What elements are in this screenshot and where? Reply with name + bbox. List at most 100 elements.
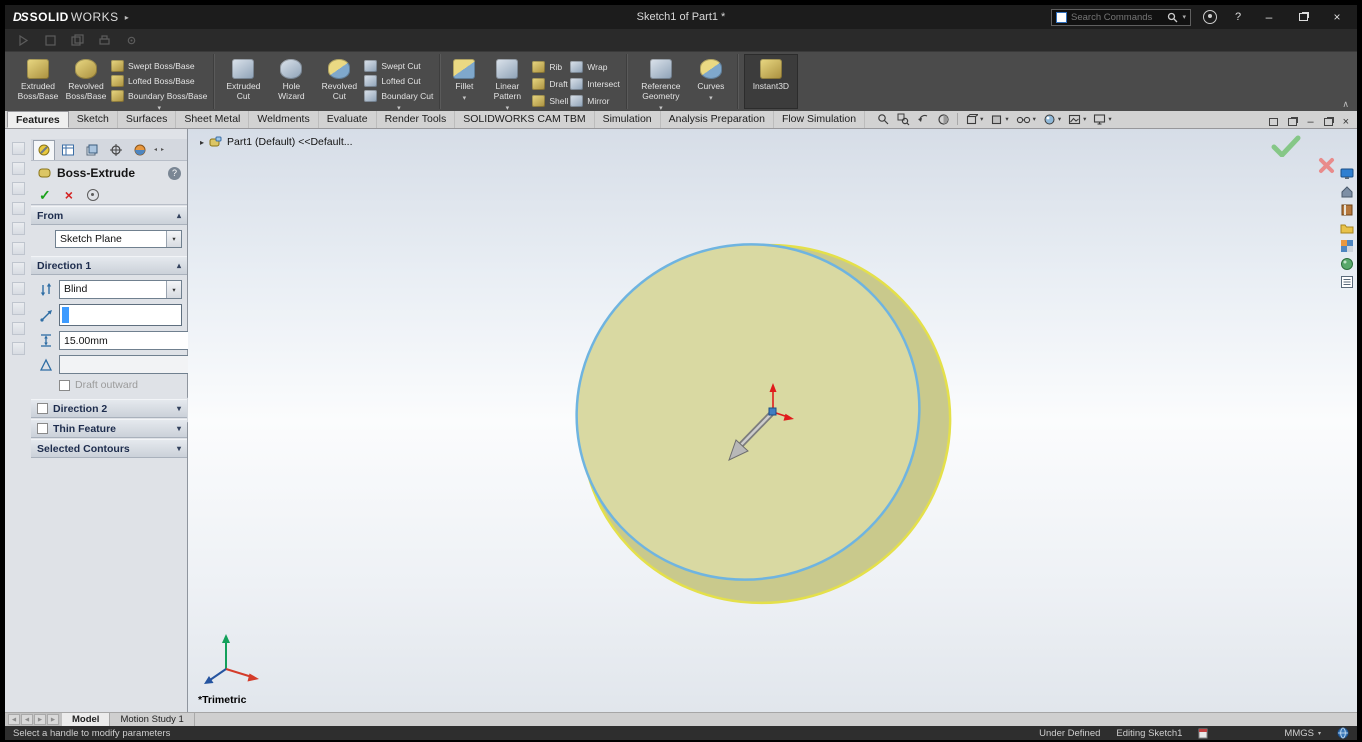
monitor-icon[interactable] [1340,167,1354,181]
direction-reference-selection-box[interactable] [59,304,182,326]
search-icon[interactable] [1167,12,1178,23]
folder-icon[interactable] [1340,221,1354,235]
globe-icon[interactable] [1337,727,1349,739]
rib-button[interactable]: Rib [532,60,568,74]
tab-appearances[interactable] [129,140,151,160]
section-from[interactable]: From ▴ [31,206,187,225]
wrap-button[interactable]: Wrap [570,60,620,74]
feature-tree-item-icon[interactable] [12,162,25,175]
view-settings-icon[interactable]: ▾ [1093,113,1111,126]
flyout-arrow-icon[interactable]: ▾ [709,95,713,102]
shell-button[interactable]: Shell [532,94,568,108]
last-tab-icon[interactable]: ▶ [47,714,59,725]
lofted-boss-base-button[interactable]: Lofted Boss/Base [111,75,207,87]
search-input[interactable] [1071,12,1163,23]
depth-input[interactable] [60,332,203,349]
minimize-button[interactable]: – [1257,8,1281,26]
doc-close-button[interactable]: × [1343,116,1349,128]
feature-tree-item-icon[interactable] [12,222,25,235]
quick-tip-icon[interactable] [1198,728,1208,739]
doc-minimize-button[interactable]: – [1307,116,1313,128]
collapse-section-icon[interactable]: ▴ [177,211,181,220]
expand-section-icon[interactable]: ▾ [177,404,181,413]
window-grid-icon[interactable] [1340,239,1354,253]
start-condition-dropdown[interactable]: Sketch Plane ▾ [55,230,182,248]
linear-pattern-button[interactable]: Linear Pattern ▾ [484,54,530,109]
list-icon[interactable] [1340,275,1354,289]
cascade-windows-icon[interactable] [1288,118,1297,126]
feature-tree-item-icon[interactable] [12,342,25,355]
intersect-button[interactable]: Intersect [570,77,620,91]
pm-help-icon[interactable]: ? [168,167,181,180]
tab-weldments[interactable]: Weldments [249,111,318,128]
print-icon[interactable] [98,34,111,47]
display-style-icon[interactable]: ▾ [990,113,1008,126]
close-button[interactable]: × [1325,8,1349,26]
hole-wizard-button[interactable]: Hole Wizard [268,54,314,109]
detailed-preview-icon[interactable] [87,189,99,201]
search-dropdown-icon[interactable]: ▾ [1182,13,1186,21]
zoom-area-icon[interactable] [897,113,910,126]
tab-motion-study-1[interactable]: Motion Study 1 [110,713,194,726]
apply-scene-icon[interactable]: ▾ [1068,113,1086,126]
tab-evaluate[interactable]: Evaluate [319,111,377,128]
direction2-checkbox[interactable] [37,403,48,414]
curves-button[interactable]: Curves ▾ [691,54,731,109]
help-button[interactable]: ? [1229,8,1247,26]
swept-boss-base-button[interactable]: Swept Boss/Base [111,60,207,72]
search-scope-icon[interactable] [1056,12,1067,23]
edit-appearance-icon[interactable]: ▾ [1043,113,1061,126]
tab-dimxpert-manager[interactable] [105,140,127,160]
save-icon[interactable] [71,34,84,47]
tree-expand-icon[interactable]: ▸ [200,138,204,147]
feature-tree-item-icon[interactable] [12,302,25,315]
flyout-arrow-icon[interactable]: ▾ [463,95,467,102]
section-selected-contours[interactable]: Selected Contours ▾ [31,439,187,458]
boundary-cut-button[interactable]: Boundary Cut [364,90,433,102]
instant3d-button[interactable]: Instant3D [744,54,798,109]
house-icon[interactable] [1340,185,1354,199]
confirmation-cancel-button[interactable] [1318,157,1335,179]
viewport-canvas[interactable] [188,129,1357,712]
feature-tree-item-icon[interactable] [12,322,25,335]
tab-sheet-metal[interactable]: Sheet Metal [176,111,249,128]
draft-outward-checkbox[interactable] [59,380,70,391]
expand-section-icon[interactable]: ▾ [177,444,181,453]
reverse-direction-icon[interactable] [37,282,55,298]
graphics-viewport[interactable]: ▸ Part1 (Default) <<Default... *Trimetri… [188,129,1357,712]
cancel-button[interactable]: × [65,188,73,202]
doc-restore-icon[interactable] [1324,118,1333,126]
feature-tree-item-icon[interactable] [12,142,25,155]
unit-system-dropdown[interactable]: MMGS ▾ [1284,728,1321,739]
tab-configuration-manager[interactable] [57,140,79,160]
ok-button[interactable]: ✓ [39,188,51,202]
draft-button[interactable]: Draft [532,77,568,91]
tab-property-manager[interactable] [33,140,55,160]
section-direction2[interactable]: Direction 2 ▾ [31,399,187,418]
revolved-cut-button[interactable]: Revolved Cut [316,54,362,109]
end-condition-dropdown[interactable]: Blind ▾ [59,280,182,299]
draft-angle-input[interactable] [60,356,203,373]
tab-model[interactable]: Model [62,713,110,726]
expand-section-icon[interactable]: ▾ [177,424,181,433]
extruded-cut-button[interactable]: Extruded Cut [220,54,266,109]
pane-tab-next-icon[interactable]: ▸ [160,146,165,153]
collapse-section-icon[interactable]: ▴ [177,261,181,270]
new-window-icon[interactable] [1269,118,1278,126]
section-view-icon[interactable] [937,113,950,126]
zoom-fit-icon[interactable] [877,113,890,126]
section-direction1[interactable]: Direction 1 ▴ [31,256,187,275]
tab-surfaces[interactable]: Surfaces [118,111,176,128]
thin-feature-checkbox[interactable] [37,423,48,434]
command-search[interactable]: ▾ [1051,9,1191,26]
tab-simulation[interactable]: Simulation [595,111,661,128]
hide-show-items-icon[interactable]: ▾ [1016,113,1036,126]
feature-tree-item-icon[interactable] [12,242,25,255]
new-document-icon[interactable] [17,34,30,47]
tab-analysis-preparation[interactable]: Analysis Preparation [661,111,774,128]
tab-sketch[interactable]: Sketch [69,111,118,128]
ribbon-collapse-icon[interactable]: ∧ [1342,99,1349,110]
confirmation-ok-button[interactable] [1271,135,1301,162]
tab-display-manager[interactable] [81,140,103,160]
next-tab-icon[interactable]: ▶ [34,714,46,725]
